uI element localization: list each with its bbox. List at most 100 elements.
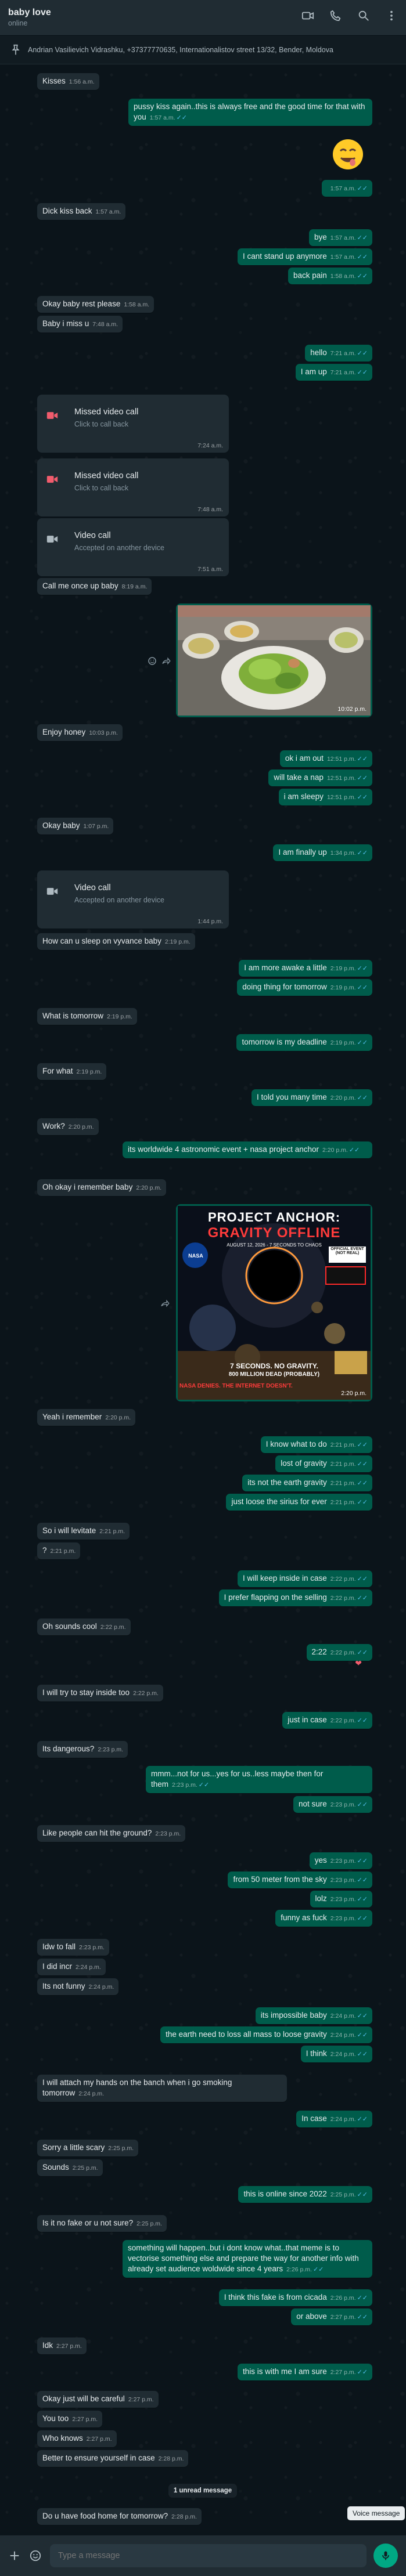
incoming-message[interactable]: Do u have food home for tomorrow? 2:28 p.…	[37, 2508, 202, 2525]
incoming-message[interactable]: Oh okay i remember baby 2:20 p.m.	[37, 1179, 167, 1196]
incoming-message[interactable]: Oh sounds cool 2:22 p.m.	[37, 1618, 131, 1635]
contact-info[interactable]: baby love online	[8, 8, 301, 27]
outgoing-message[interactable]: yes 2:23 p.m. ✓✓	[309, 1852, 372, 1869]
outgoing-message[interactable]: its impossible baby 2:24 p.m. ✓✓	[255, 2007, 372, 2024]
incoming-message[interactable]: What is tomorrow 2:19 p.m.	[37, 1008, 137, 1025]
phone-icon[interactable]	[329, 9, 342, 25]
outgoing-message[interactable]: 2:22 2:22 p.m. ✓✓	[306, 1644, 372, 1661]
outgoing-message[interactable]: I think this fake is from cicada 2:26 p.m…	[218, 2289, 372, 2306]
outgoing-message[interactable]: I will keep inside in case 2:22 p.m. ✓✓	[237, 1570, 372, 1587]
outgoing-message[interactable]: this is online since 2022 2:25 p.m. ✓✓	[238, 2186, 372, 2203]
outgoing-message[interactable]: hello 7:21 a.m. ✓✓	[305, 345, 372, 362]
incoming-message[interactable]: Call me once up baby 8:19 a.m.	[37, 578, 152, 595]
video-call[interactable]: Video call Accepted on another device 1:44…	[37, 870, 229, 928]
incoming-message[interactable]: How can u sleep on vyvance baby 2:19 p.m.	[37, 933, 195, 950]
incoming-message[interactable]: Kisses 1:56 a.m.	[37, 73, 99, 90]
emoji-icon[interactable]	[29, 2549, 42, 2562]
outgoing-message[interactable]: I am more awake a little 2:19 p.m. ✓✓	[239, 960, 372, 977]
incoming-message[interactable]: Its not funny 2:24 p.m.	[37, 1978, 119, 1995]
incoming-message[interactable]: Okay baby 1:07 p.m.	[37, 818, 114, 834]
incoming-message[interactable]: So i will levitate 2:21 p.m.	[37, 1523, 130, 1540]
outgoing-message[interactable]: not sure 2:23 p.m. ✓✓	[293, 1796, 372, 1813]
message-input[interactable]	[50, 2544, 367, 2567]
outgoing-message[interactable]: pussy kiss again..this is always free an…	[128, 99, 372, 126]
outgoing-message[interactable]: something will happen..but i dont know w…	[123, 2240, 372, 2278]
incoming-message[interactable]: Idk 2:27 p.m.	[37, 2337, 87, 2354]
outgoing-message[interactable]: lost of gravity 2:21 p.m. ✓✓	[275, 1455, 372, 1472]
incoming-message[interactable]: Dick kiss back 1:57 a.m.	[37, 203, 126, 220]
outgoing-message[interactable]: lolz 2:23 p.m. ✓✓	[310, 1891, 372, 1907]
outgoing-message[interactable]: this is with me I am sure 2:27 p.m. ✓✓	[237, 2364, 372, 2380]
incoming-message[interactable]: For what 2:19 p.m.	[37, 1063, 107, 1080]
outgoing-message[interactable]: its worldwide 4 astronomic event + nasa …	[123, 1141, 372, 1158]
outgoing-message[interactable]: I know what to do 2:21 p.m. ✓✓	[260, 1436, 372, 1453]
outgoing-message[interactable]: from 50 meter from the sky 2:23 p.m. ✓✓	[228, 1872, 372, 1888]
incoming-message[interactable]: Baby i miss u 7:48 a.m.	[37, 316, 123, 333]
mic-button[interactable]	[373, 2544, 398, 2568]
incoming-message[interactable]: I did incr 2:24 p.m.	[37, 1959, 106, 1975]
outgoing-message[interactable]: I think 2:24 p.m. ✓✓	[300, 2046, 372, 2062]
incoming-message[interactable]: Like people can hit the ground? 2:23 p.m.	[37, 1825, 186, 1842]
outgoing-message[interactable]: back pain 1:58 a.m. ✓✓	[288, 268, 372, 284]
message-time: 2:26 p.m.	[286, 2266, 312, 2273]
incoming-message[interactable]: Work? 2:20 p.m.	[37, 1118, 99, 1135]
read-receipt-icon: ✓✓	[312, 2266, 324, 2273]
incoming-message[interactable]: Who knows 2:27 p.m.	[37, 2430, 117, 2447]
incoming-message[interactable]: Is it no fake or u not sure? 2:25 p.m.	[37, 2215, 167, 2232]
outgoing-message[interactable]: just loose the sirius for ever 2:21 p.m. ✓…	[226, 1494, 372, 1511]
incoming-message[interactable]: Better to ensure yourself in case 2:28 p.…	[37, 2450, 189, 2467]
outgoing-message[interactable]: I cant stand up anymore 1:57 a.m. ✓✓	[237, 248, 372, 265]
incoming-message[interactable]: You too 2:27 p.m.	[37, 2411, 103, 2427]
outgoing-message[interactable]: just in case 2:22 p.m. ✓✓	[282, 1712, 372, 1729]
message-time: 2:27 p.m.	[128, 2396, 154, 2403]
outgoing-message[interactable]: bye 1:57 a.m. ✓✓	[309, 229, 372, 246]
incoming-message[interactable]: ? 2:21 p.m.	[37, 1542, 81, 1559]
incoming-message[interactable]: Okay just will be careful 2:27 p.m.	[37, 2391, 159, 2408]
missed-video-call[interactable]: Missed video call Click to call back 7:24 …	[37, 395, 229, 453]
outgoing-message[interactable]: or above 2:27 p.m. ✓✓	[291, 2308, 372, 2325]
message-composer[interactable]	[0, 2535, 406, 2576]
poster-message[interactable]: PROJECT ANCHOR: GRAVITY OFFLINE AUGUST 1…	[176, 1204, 372, 1401]
message-time: 2:23 p.m.	[155, 1830, 181, 1837]
outgoing-message[interactable]: tomorrow is my deadline 2:19 p.m. ✓✓	[236, 1034, 372, 1051]
outgoing-message[interactable]: will take a nap 12:51 p.m. ✓✓	[268, 769, 372, 786]
incoming-message[interactable]: Sorry a little scary 2:25 p.m.	[37, 2140, 139, 2156]
outgoing-message[interactable]: I prefer flapping on the selling 2:22 p.m…	[218, 1589, 372, 1606]
incoming-message[interactable]: I will try to stay inside too 2:22 p.m.	[37, 1685, 163, 1701]
video-call-icon[interactable]	[301, 9, 314, 25]
outgoing-message[interactable]: In case 2:24 p.m. ✓✓	[296, 2111, 372, 2127]
outgoing-message[interactable]: ok i am out 12:51 p.m. ✓✓	[279, 750, 372, 767]
outgoing-message[interactable]: I am up 7:21 a.m. ✓✓	[295, 364, 372, 381]
outgoing-message[interactable]: funny as fuck 2:23 p.m. ✓✓	[275, 1910, 372, 1927]
incoming-message[interactable]: Its dangerous? 2:23 p.m.	[37, 1741, 128, 1758]
heart-reaction-icon[interactable]: ❤	[355, 1659, 362, 1668]
outgoing-message[interactable]: i am sleepy 12:51 p.m. ✓✓	[278, 789, 372, 805]
outgoing-message[interactable]: I am finally up 1:34 p.m. ✓✓	[273, 844, 372, 861]
menu-icon[interactable]	[385, 9, 398, 25]
attach-icon[interactable]	[8, 2549, 21, 2562]
incoming-message[interactable]: Enjoy honey 10:03 p.m.	[37, 724, 123, 741]
outgoing-message[interactable]: mmm...not for us...yes for us..less mayb…	[146, 1766, 372, 1793]
incoming-message[interactable]: Idw to fall 2:23 p.m.	[37, 1939, 109, 1956]
outgoing-message[interactable]: 1:57 a.m. ✓✓	[321, 180, 372, 197]
incoming-message[interactable]: I will attach my hands on the banch when…	[37, 2075, 287, 2102]
chat-header[interactable]: baby love online	[0, 0, 406, 35]
video-call[interactable]: Video call Accepted on another device 7:51…	[37, 518, 229, 576]
incoming-message[interactable]: Sounds 2:25 p.m.	[37, 2159, 103, 2176]
outgoing-message[interactable]: the earth need to loss all mass to loose…	[160, 2026, 372, 2043]
poster-nasa: NASA	[188, 1253, 203, 1259]
search-icon[interactable]	[357, 9, 370, 25]
share-icon[interactable]	[157, 1295, 173, 1312]
food-photo[interactable]	[178, 605, 371, 716]
incoming-message[interactable]: Okay baby rest please 1:58 a.m.	[37, 296, 155, 313]
photo-message[interactable]: 10:02 p.m.	[176, 604, 372, 717]
incoming-message[interactable]: Yeah i remember 2:20 p.m.	[37, 1409, 136, 1426]
message-time: 1:07 p.m.	[83, 823, 109, 830]
outgoing-message[interactable]: I told you many time 2:20 p.m. ✓✓	[251, 1089, 372, 1106]
outgoing-message[interactable]: doing thing for tomorrow 2:19 p.m. ✓✓	[237, 979, 372, 996]
share-icon[interactable]	[158, 653, 174, 669]
missed-video-call[interactable]: Missed video call Click to call back 7:48 …	[37, 458, 229, 516]
pinned-message[interactable]: Andrian Vasilievich Vidrashku, +37377770…	[0, 35, 406, 64]
outgoing-message[interactable]: its not the earth gravity 2:21 p.m. ✓✓	[242, 1475, 372, 1491]
message-text: What is tomorrow	[42, 1011, 104, 1020]
